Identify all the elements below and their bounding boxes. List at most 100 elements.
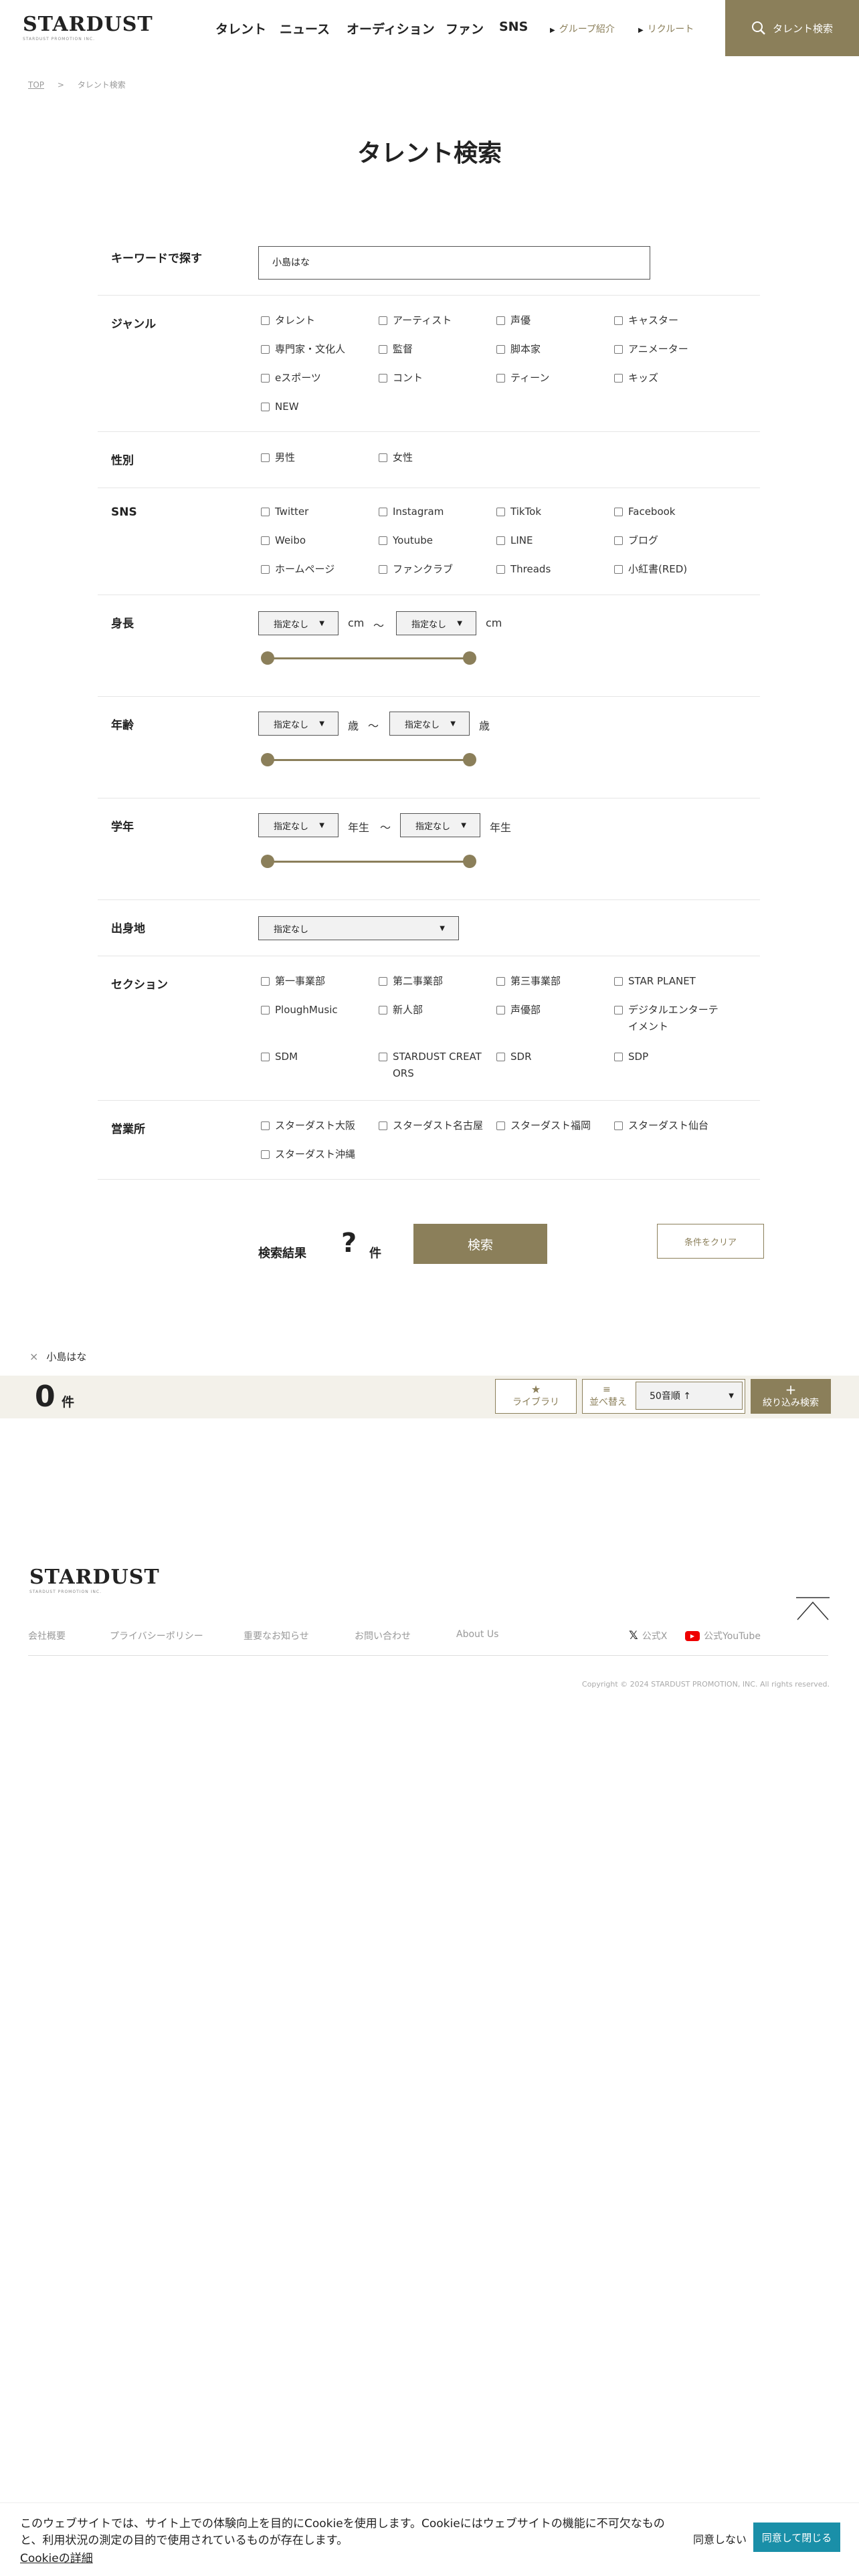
sns-checkbox-twitter[interactable]: Twitter [261,504,308,520]
checkbox-box[interactable] [614,1121,623,1130]
footer-link-privacy[interactable]: プライバシーポリシー [110,1629,203,1642]
section-checkbox-1[interactable]: 第一事業部 [261,973,325,990]
checkbox-box[interactable] [261,536,270,545]
height-from-select[interactable]: 指定なし ▼ [258,611,339,635]
sns-checkbox-threads[interactable]: Threads [496,561,551,578]
cookie-decline-button[interactable]: 同意しない [693,2531,747,2547]
section-checkbox-star-planet[interactable]: STAR PLANET [614,973,696,990]
genre-checkbox-new[interactable]: NEW [261,399,299,415]
filter-chip[interactable]: × 小島はな [29,1350,86,1364]
clear-button[interactable]: 条件をクリア [657,1224,764,1259]
office-checkbox-fukuoka[interactable]: スターダスト福岡 [496,1117,591,1134]
genre-checkbox-artist[interactable]: アーティスト [379,312,452,329]
back-to-top-icon[interactable] [796,1597,830,1621]
grade-slider-track[interactable] [268,861,470,863]
checkbox-box[interactable] [496,565,505,574]
age-to-select[interactable]: 指定なし ▼ [389,712,470,736]
checkbox-box[interactable] [261,345,270,354]
section-checkbox-ploughmusic[interactable]: PloughMusic [261,1002,338,1018]
checkbox-box[interactable] [261,1121,270,1130]
grade-slider-max-handle[interactable] [463,855,476,868]
office-checkbox-nagoya[interactable]: スターダスト名古屋 [379,1117,483,1134]
sns-checkbox-homepage[interactable]: ホームページ [261,561,335,578]
checkbox-box[interactable] [496,316,505,325]
sns-checkbox-youtube[interactable]: Youtube [379,532,433,549]
checkbox-box[interactable] [261,403,270,411]
section-checkbox-sdp[interactable]: SDP [614,1049,648,1065]
site-logo[interactable]: STARDUST STARDUST PROMOTION INC. [23,15,153,42]
footer-link-contact[interactable]: お問い合わせ [355,1629,411,1642]
checkbox-box[interactable] [261,453,270,462]
checkbox-box[interactable] [261,1150,270,1159]
sns-checkbox-line[interactable]: LINE [496,532,533,549]
nav-news[interactable]: ニュース [280,19,330,37]
sort-select[interactable]: 50音順 ↑ ▼ [636,1382,743,1410]
checkbox-box[interactable] [379,508,387,516]
age-slider-track[interactable] [268,759,470,761]
grade-slider-min-handle[interactable] [261,855,274,868]
grade-from-select[interactable]: 指定なし ▼ [258,813,339,837]
section-checkbox-digital[interactable]: デジタルエンターテイメント [614,1002,728,1035]
office-checkbox-osaka[interactable]: スターダスト大阪 [261,1117,355,1134]
checkbox-box[interactable] [496,1006,505,1014]
checkbox-box[interactable] [261,316,270,325]
office-checkbox-okinawa[interactable]: スターダスト沖縄 [261,1146,355,1163]
checkbox-box[interactable] [496,1053,505,1061]
sns-checkbox-instagram[interactable]: Instagram [379,504,444,520]
section-checkbox-sdm[interactable]: SDM [261,1049,298,1065]
age-slider-min-handle[interactable] [261,753,274,766]
nav-recruit[interactable]: ▶ リクルート [638,22,694,35]
gender-checkbox-female[interactable]: 女性 [379,449,413,466]
checkbox-box[interactable] [379,374,387,383]
genre-checkbox-writer[interactable]: 脚本家 [496,341,541,358]
sns-checkbox-weibo[interactable]: Weibo [261,532,306,549]
checkbox-box[interactable] [614,536,623,545]
nav-audition[interactable]: オーディション [347,19,435,37]
nav-talent[interactable]: タレント [215,19,266,37]
height-slider-max-handle[interactable] [463,651,476,665]
genre-checkbox-voice[interactable]: 声優 [496,312,531,329]
checkbox-box[interactable] [261,508,270,516]
checkbox-box[interactable] [261,1006,270,1014]
checkbox-box[interactable] [614,977,623,986]
genre-checkbox-comedy[interactable]: コント [379,370,423,387]
checkbox-box[interactable] [496,536,505,545]
filter-search-button[interactable]: + 絞り込み検索 [751,1379,831,1414]
sns-checkbox-tiktok[interactable]: TikTok [496,504,541,520]
section-checkbox-3[interactable]: 第三事業部 [496,973,561,990]
footer-youtube-link[interactable]: ▶ 公式YouTube [685,1629,761,1642]
sns-checkbox-facebook[interactable]: Facebook [614,504,675,520]
section-checkbox-voice[interactable]: 声優部 [496,1002,541,1018]
footer-link-notice[interactable]: 重要なお知らせ [244,1629,309,1642]
checkbox-box[interactable] [496,977,505,986]
checkbox-box[interactable] [261,374,270,383]
footer-x-link[interactable]: 𝕏 公式X [629,1629,667,1642]
checkbox-box[interactable] [379,565,387,574]
height-to-select[interactable]: 指定なし ▼ [396,611,476,635]
checkbox-box[interactable] [379,453,387,462]
genre-checkbox-talent[interactable]: タレント [261,312,315,329]
footer-link-company[interactable]: 会社概要 [28,1629,66,1642]
section-checkbox-creators[interactable]: STARDUST CREATORS [379,1049,486,1082]
cookie-accept-button[interactable]: 同意して閉じる [753,2523,840,2552]
sns-checkbox-fanclub[interactable]: ファンクラブ [379,561,453,578]
genre-checkbox-director[interactable]: 監督 [379,341,413,358]
checkbox-box[interactable] [614,1053,623,1061]
footer-logo[interactable]: STARDUST STARDUST PROMOTION INC. [29,1568,160,1595]
genre-checkbox-kids[interactable]: キッズ [614,370,658,387]
checkbox-box[interactable] [379,345,387,354]
breadcrumb-top[interactable]: TOP [28,80,44,90]
section-checkbox-2[interactable]: 第二事業部 [379,973,443,990]
checkbox-box[interactable] [379,1121,387,1130]
age-slider-max-handle[interactable] [463,753,476,766]
grade-to-select[interactable]: 指定なし ▼ [400,813,480,837]
checkbox-box[interactable] [496,1121,505,1130]
checkbox-box[interactable] [261,565,270,574]
checkbox-box[interactable] [496,345,505,354]
birthplace-select[interactable]: 指定なし ▼ [258,916,459,940]
section-checkbox-newcomer[interactable]: 新人部 [379,1002,423,1018]
checkbox-box[interactable] [614,316,623,325]
sns-checkbox-blog[interactable]: ブログ [614,532,658,549]
cookie-details-link[interactable]: Cookieの詳細 [20,2549,93,2565]
checkbox-box[interactable] [614,374,623,383]
